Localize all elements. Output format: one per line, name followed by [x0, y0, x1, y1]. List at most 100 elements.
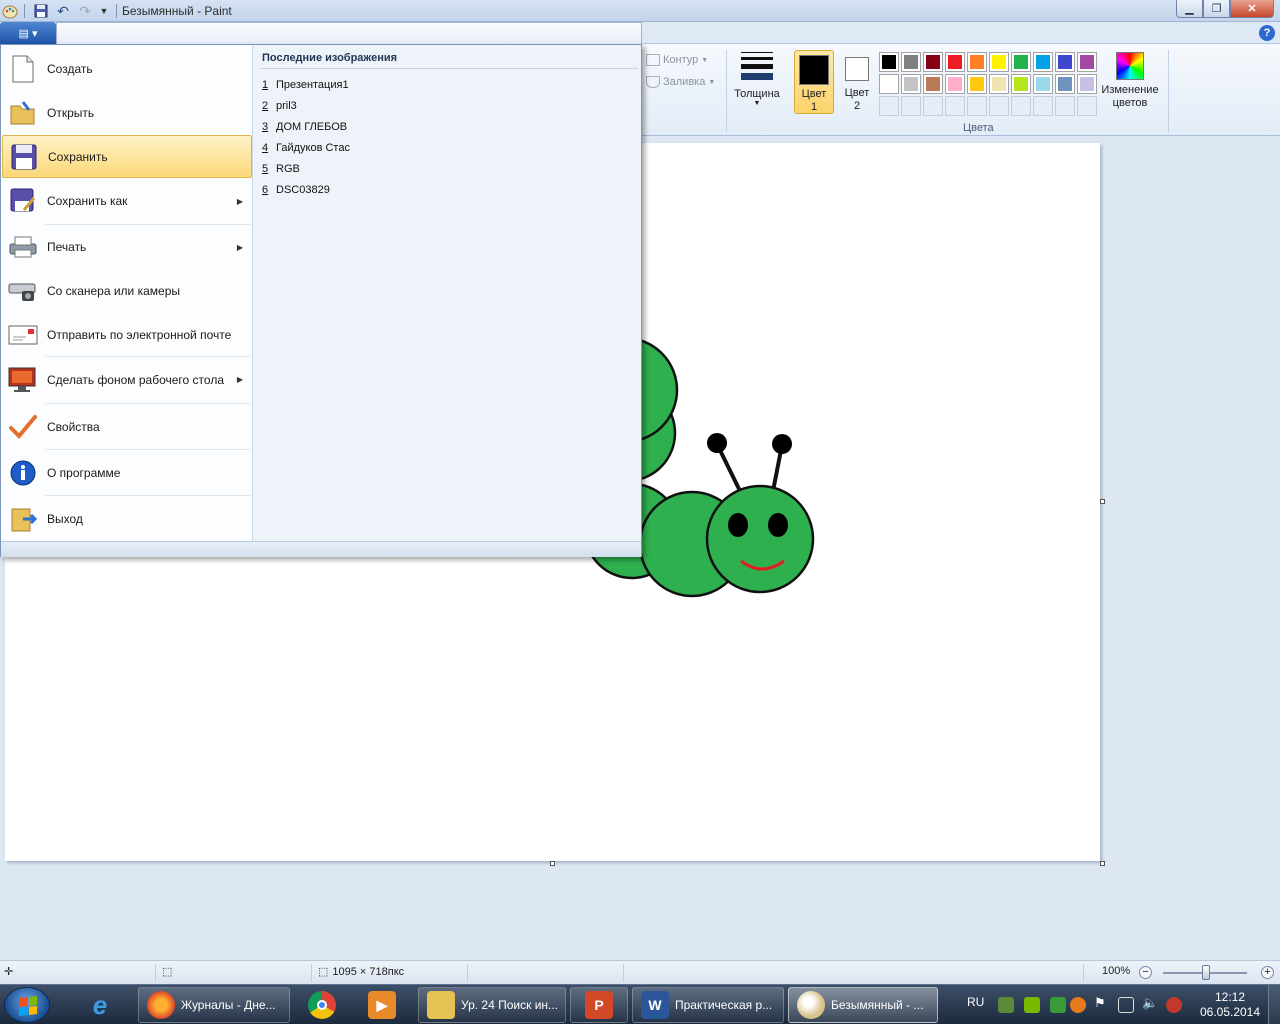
palette-empty-swatch[interactable]	[1011, 96, 1031, 116]
start-button[interactable]	[4, 987, 50, 1023]
palette-color-swatch[interactable]	[923, 52, 943, 72]
menu-item-save-as[interactable]: Сохранить как ▶	[2, 179, 252, 223]
help-icon[interactable]: ?	[1259, 25, 1275, 41]
palette-color-swatch[interactable]	[1011, 52, 1031, 72]
menu-item-save[interactable]: Сохранить	[2, 135, 252, 178]
taskbar-item-chrome[interactable]	[296, 987, 352, 1023]
palette-color-swatch[interactable]	[989, 52, 1009, 72]
edit-colors-button[interactable]: Изменение цветов	[1098, 52, 1162, 110]
palette-empty-swatch[interactable]	[923, 96, 943, 116]
palette-color-swatch[interactable]	[923, 74, 943, 94]
recent-item[interactable]: 6 DSC03829	[262, 184, 330, 196]
resize-handle[interactable]	[1100, 861, 1105, 866]
palette-color-swatch[interactable]	[879, 74, 899, 94]
taskbar-item-word[interactable]: W Практическая р...	[632, 987, 784, 1023]
recent-item[interactable]: 5 RGB	[262, 163, 300, 175]
menu-item-email[interactable]: Отправить по электронной почте	[2, 313, 252, 357]
internet-explorer-icon: e	[92, 989, 108, 1020]
zoom-slider-thumb[interactable]	[1202, 965, 1210, 980]
palette-empty-swatch[interactable]	[1033, 96, 1053, 116]
palette-color-swatch[interactable]	[967, 74, 987, 94]
palette-color-swatch[interactable]	[989, 74, 1009, 94]
palette-empty-swatch[interactable]	[901, 96, 921, 116]
menu-item-new[interactable]: Создать	[2, 47, 252, 91]
tray-icon[interactable]	[1050, 997, 1066, 1013]
palette-color-swatch[interactable]	[901, 74, 921, 94]
quick-save-icon[interactable]	[32, 2, 50, 20]
palette-color-swatch[interactable]	[1011, 74, 1031, 94]
color2-button[interactable]: Цвет 2	[837, 50, 877, 114]
swatch-fill	[1058, 77, 1072, 91]
resize-handle[interactable]	[1100, 499, 1105, 504]
group-separator	[726, 50, 727, 132]
fill-button[interactable]: Заливка ▼	[646, 76, 715, 88]
outline-button[interactable]: Контур ▼	[646, 54, 708, 66]
clock[interactable]: 12:12 06.05.2014	[1198, 990, 1262, 1020]
action-center-flag-icon[interactable]: ⚑	[1094, 995, 1110, 1011]
minimize-button[interactable]: ▁	[1176, 0, 1203, 18]
recent-item[interactable]: 1 Презентация1	[262, 79, 349, 91]
taskbar-item-ie[interactable]: e	[78, 987, 134, 1023]
close-button[interactable]: ✕	[1230, 0, 1274, 18]
palette-empty-swatch[interactable]	[879, 96, 899, 116]
nvidia-icon[interactable]	[1024, 997, 1040, 1013]
taskbar-item-paint[interactable]: Безымянный - ...	[788, 987, 938, 1023]
cursor-position-icon: ✛	[4, 966, 14, 978]
customize-qat-icon[interactable]: ▼	[95, 2, 113, 20]
network-icon[interactable]	[1118, 997, 1134, 1013]
menu-item-properties[interactable]: Свойства	[2, 405, 252, 449]
paint-app-icon[interactable]	[2, 3, 18, 19]
palette-color-swatch[interactable]	[945, 74, 965, 94]
palette-empty-swatch[interactable]	[967, 96, 987, 116]
recent-item[interactable]: 2 pril3	[262, 100, 297, 112]
palette-color-swatch[interactable]	[1033, 52, 1053, 72]
tray-icon[interactable]	[998, 997, 1014, 1013]
tray-icon[interactable]	[1166, 997, 1182, 1013]
palette-color-swatch[interactable]	[1077, 52, 1097, 72]
menu-item-desktop-background[interactable]: Сделать фоном рабочего стола ▶	[2, 357, 252, 402]
color1-button[interactable]: Цвет 1	[794, 50, 834, 114]
palette-color-swatch[interactable]	[945, 52, 965, 72]
menu-item-print[interactable]: Печать ▶	[2, 225, 252, 269]
menu-item-about[interactable]: О программе	[2, 451, 252, 495]
palette-color-swatch[interactable]	[879, 52, 899, 72]
undo-icon[interactable]: ↶	[54, 2, 72, 20]
palette-empty-swatch[interactable]	[989, 96, 1009, 116]
recent-item[interactable]: 3 ДОМ ГЛЕБОВ	[262, 121, 347, 133]
menu-item-label: Свойства	[47, 420, 100, 434]
taskbar-item-folder[interactable]: Ур. 24 Поиск ин...	[418, 987, 566, 1023]
language-indicator[interactable]: RU	[967, 995, 984, 1009]
tray-icon[interactable]	[1070, 997, 1086, 1013]
taskbar-item-powerpoint[interactable]: P	[570, 987, 628, 1023]
file-menu: Создать Открыть Сохранить Сохранить как …	[0, 44, 642, 557]
group-separator	[1168, 50, 1169, 132]
zoom-out-button[interactable]: −	[1139, 966, 1152, 979]
show-desktop-button[interactable]	[1268, 985, 1280, 1024]
palette-color-swatch[interactable]	[901, 52, 921, 72]
menu-item-open[interactable]: Открыть	[2, 91, 252, 135]
menu-item-scanner[interactable]: Со сканера или камеры	[2, 269, 252, 313]
palette-color-swatch[interactable]	[967, 52, 987, 72]
zoom-in-button[interactable]: +	[1261, 966, 1274, 979]
redo-icon[interactable]: ↷	[76, 2, 94, 20]
thickness-button[interactable]: Толщина ▼	[730, 50, 784, 116]
volume-icon[interactable]: 🔈	[1142, 995, 1158, 1011]
menu-item-exit[interactable]: Выход	[2, 497, 252, 541]
status-separator	[623, 964, 624, 982]
submenu-arrow-icon: ▶	[236, 375, 243, 384]
resize-handle[interactable]	[550, 861, 555, 866]
palette-empty-swatch[interactable]	[1077, 96, 1097, 116]
maximize-button[interactable]: ❐	[1203, 0, 1230, 18]
palette-color-swatch[interactable]	[1055, 52, 1075, 72]
taskbar-item-media[interactable]: ▶	[356, 987, 412, 1023]
palette-empty-swatch[interactable]	[1055, 96, 1075, 116]
paint-menu-button[interactable]: ▤ ▾	[0, 22, 56, 44]
recent-item[interactable]: 4 Гайдуков Стас	[262, 142, 350, 154]
palette-color-swatch[interactable]	[1033, 74, 1053, 94]
taskbar: e Журналы - Дне... ▶ Ур. 24 Поиск ин... …	[0, 984, 1280, 1024]
taskbar-item-firefox[interactable]: Журналы - Дне...	[138, 987, 290, 1023]
palette-empty-swatch[interactable]	[945, 96, 965, 116]
palette-color-swatch[interactable]	[1077, 74, 1097, 94]
edit-colors-label: Изменение	[1101, 84, 1159, 96]
palette-color-swatch[interactable]	[1055, 74, 1075, 94]
